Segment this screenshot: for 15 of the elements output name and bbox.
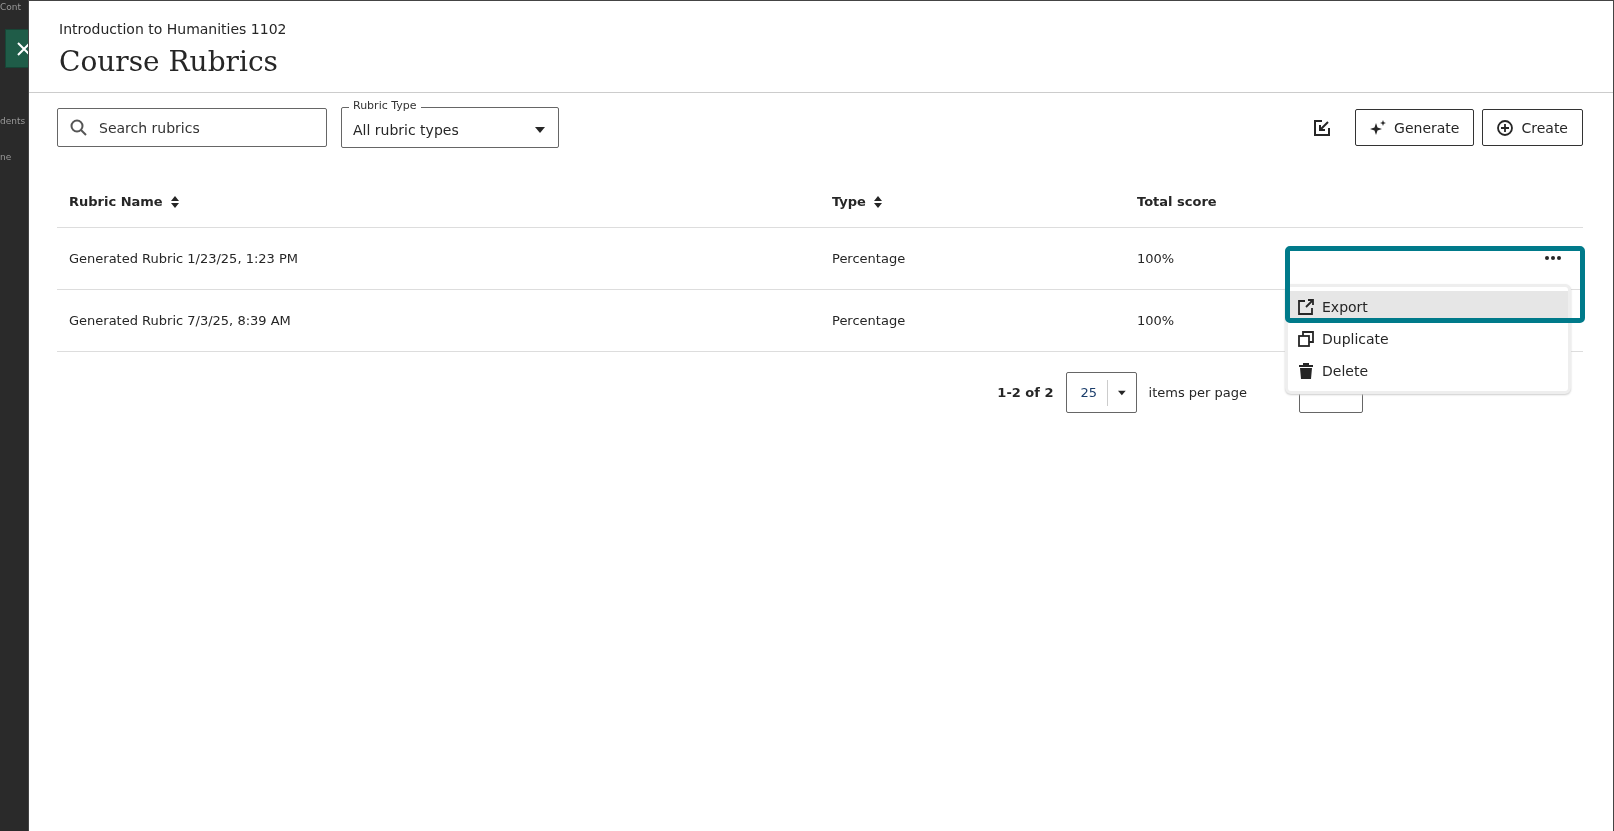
table-cell: Generated Rubric 1/23/25, 1:23 PM	[69, 251, 299, 266]
background-text: Cont	[0, 2, 23, 12]
background-text: dents	[0, 116, 27, 126]
table-cell: Percentage	[832, 251, 906, 266]
table-cell: 100%	[1137, 251, 1175, 266]
field-label: Rubric Type	[349, 99, 421, 113]
table-cell: Percentage	[832, 313, 906, 328]
background-text: ne	[0, 152, 13, 162]
table-cell: Generated Rubric 7/3/25, 8:39 AM	[69, 313, 291, 328]
per-page-label: items per page	[1148, 385, 1247, 400]
course-name: Introduction to Humanities 1102	[59, 21, 288, 37]
column-header: Total score	[1137, 194, 1218, 209]
page-title: Course Rubrics	[59, 45, 279, 78]
table-cell: 100%	[1137, 313, 1175, 328]
page-range: 1-2 of 2	[997, 385, 1054, 400]
